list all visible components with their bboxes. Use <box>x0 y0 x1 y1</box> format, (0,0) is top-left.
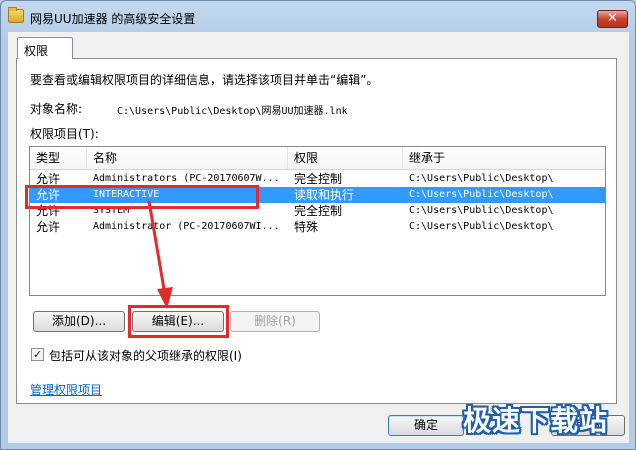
edit-button-highlight-box <box>128 305 229 338</box>
arrow-shaft <box>147 200 167 296</box>
object-name-value: C:\Users\Public\Desktop\网易UU加速器.lnk <box>117 106 348 117</box>
close-icon: ✕ <box>607 11 618 26</box>
window-title: 网易UU加速器 的高级安全设置 <box>30 12 196 26</box>
inherit-checkbox-label: 包括可从该对象的父项继承的权限(I) <box>49 349 242 363</box>
object-name-label: 对象名称: <box>30 102 83 116</box>
row-inherited: C:\Users\Public\Desktop\ <box>409 221 554 232</box>
list-header: 类型 名称 权限 继承于 <box>30 147 605 170</box>
column-header-inherited[interactable]: 继承于 <box>403 147 605 169</box>
permission-entries-label: 权限项目(T): <box>30 127 99 141</box>
row-inherited: C:\Users\Public\Desktop\ <box>409 173 554 184</box>
security-settings-window: 网易UU加速器 的高级安全设置 ✕ 权限 要查看或编辑权限项目的详细信息，请选择… <box>0 0 636 450</box>
column-header-name[interactable]: 名称 <box>87 147 288 169</box>
row-permission: 完全控制 <box>294 204 343 218</box>
inherit-checkbox[interactable]: ✓ <box>31 348 44 361</box>
title-bar[interactable]: 网易UU加速器 的高级安全设置 ✕ <box>1 1 635 33</box>
manage-permissions-link[interactable]: 管理权限项目 <box>30 381 102 398</box>
row-name: Administrator (PC-20170607WI... <box>93 221 280 232</box>
column-header-permission[interactable]: 权限 <box>288 147 403 169</box>
remove-button[interactable]: 删除(R) <box>230 311 320 332</box>
watermark-text: 极速下载站 <box>463 404 609 437</box>
permission-entries-list[interactable]: 类型 名称 权限 继承于 允许 Administrators (PC-20170… <box>29 146 606 296</box>
close-button[interactable]: ✕ <box>597 10 628 28</box>
row-permission: 特殊 <box>294 220 319 234</box>
column-header-type[interactable]: 类型 <box>30 147 87 169</box>
table-row[interactable]: 允许 Administrator (PC-20170607WI... 特殊 C:… <box>30 219 605 235</box>
selected-row-highlight-box <box>25 185 259 209</box>
row-permission: 读取和执行 <box>294 188 355 202</box>
row-permission: 完全控制 <box>294 172 343 186</box>
row-inherited: C:\Users\Public\Desktop\ <box>409 189 554 200</box>
dialog-client-area: 权限 要查看或编辑权限项目的详细信息，请选择该项目并单击“编辑”。 对象名称: … <box>8 32 629 443</box>
folder-icon <box>8 7 24 23</box>
ok-button[interactable]: 确定 <box>388 415 464 436</box>
row-inherited: C:\Users\Public\Desktop\ <box>409 205 554 216</box>
tab-permissions[interactable]: 权限 <box>17 37 73 59</box>
red-arrow-annotation <box>147 200 173 309</box>
instruction-text: 要查看或编辑权限项目的详细信息，请选择该项目并单击“编辑”。 <box>30 73 379 87</box>
row-type: 允许 <box>36 220 61 234</box>
add-button[interactable]: 添加(D)... <box>33 311 125 332</box>
